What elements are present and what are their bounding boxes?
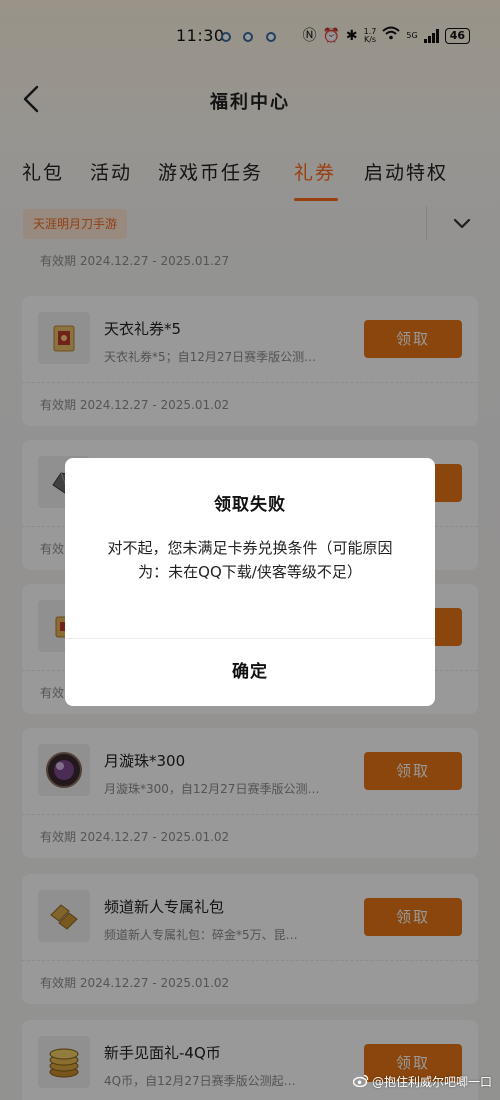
dialog-title: 领取失败 xyxy=(214,495,286,515)
dialog-message: 对不起，您未满足卡券兑换条件（可能原因为：未在QQ下载/侠客等级不足） xyxy=(107,539,393,581)
weibo-icon xyxy=(352,1074,369,1090)
welfare-center-page: 11:30 Ⓝ ⏰ ✱ 1.7 K/s 5G 46 福利中心 礼包 活动 游戏币… xyxy=(0,0,500,1100)
watermark-text: @抱住利威尔吧唧一口 xyxy=(371,1075,492,1089)
confirm-button[interactable]: 确定 xyxy=(65,639,435,706)
claim-failed-dialog: 领取失败 对不起，您未满足卡券兑换条件（可能原因为：未在QQ下载/侠客等级不足）… xyxy=(65,458,435,706)
weibo-watermark: @抱住利威尔吧唧一口 xyxy=(352,1073,492,1090)
